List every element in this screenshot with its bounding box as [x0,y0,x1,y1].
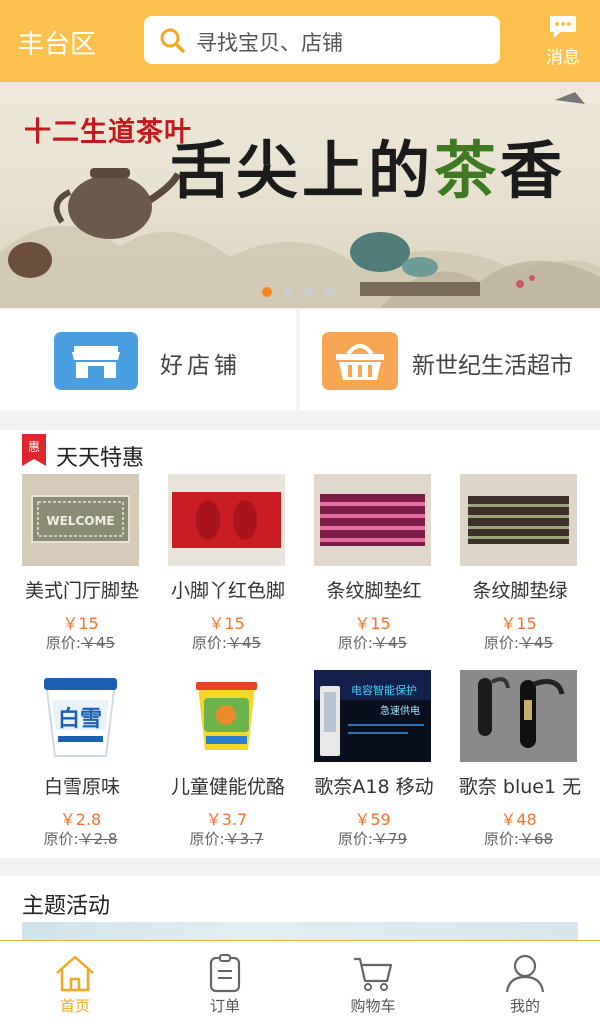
search-placeholder: 寻找宝贝、店铺 [196,31,343,55]
product-image-stripe-green-mat [460,474,577,566]
deal-badge-icon: 惠 [22,434,46,466]
carousel-indicator [262,282,346,297]
svg-text:WELCOME: WELCOME [46,514,114,528]
tab-label: 购物车 [350,997,396,1015]
home-icon [56,955,94,992]
original-price-value: ￥45 [226,634,262,652]
product-image-yogurt: 白雪 [22,670,139,762]
product-image-feet-mat [168,474,285,566]
original-price-label: 原价: [337,634,373,652]
product-image-bluetooth-headset [460,670,577,762]
tab-cart[interactable]: 购物车 [328,953,418,1019]
tab-orders[interactable]: 订单 [180,953,270,1019]
daily-deals-section: 惠 天天特惠 WELCOME 美式门厅脚垫 ￥15 原价:￥45 小脚丫红色脚 [0,430,600,858]
tab-label: 我的 [509,997,540,1015]
shortcut-row: 好店铺 新世纪生活超市 [0,310,600,412]
shortcut-label: 新世纪生活超市 [412,353,573,379]
store-icon [54,332,138,390]
product-price: ￥15 [62,614,99,633]
promo-banner[interactable]: 十二生道茶叶 舌尖上的茶香 [0,82,600,308]
product-price: ￥3.7 [205,810,248,829]
svg-text:急速供电: 急速供电 [380,704,420,717]
shortcut-label: 好店铺 [160,353,241,379]
messages-button[interactable]: 消息 [540,14,586,70]
product-original-price: 原价:￥2.8 [22,828,139,849]
product-price: ￥2.8 [59,810,102,829]
original-price-label: 原价: [191,634,227,652]
product-image-power-bank: 电容智能保护 急速供电 [314,670,431,762]
product-original-price: 原价:￥45 [314,632,431,653]
product-name: 美式门厅脚垫 [24,580,139,602]
original-price-value: ￥68 [518,830,554,848]
search-bar[interactable]: 寻找宝贝、店铺 [144,16,500,64]
product-original-price: 原价:￥79 [314,828,431,849]
product-name: 歌奈A18 移动 [314,776,434,798]
product-name: 小脚丫红色脚 [170,580,285,602]
message-icon [550,16,576,38]
product-price: ￥15 [208,614,245,633]
product-image-stripe-red-mat [314,474,431,566]
original-price-value: ￥2.8 [78,830,118,848]
shortcut-supermarket[interactable]: 新世纪生活超市 [300,310,600,410]
banner-title-part3: 香 [500,134,567,207]
original-price-value: ￥45 [518,634,554,652]
theme-activities-title: 主题活动 [22,894,111,919]
svg-text:白雪: 白雪 [58,706,102,732]
product-name: 条纹脚垫红 [326,580,422,602]
deal-badge-text: 惠 [28,440,40,454]
product-image-welcome-mat: WELCOME [22,474,139,566]
basket-icon [322,332,398,390]
theme-activities-section: 主题活动 [0,876,600,942]
banner-title-part2: 茶 [434,134,501,207]
carousel-dot[interactable] [262,287,272,297]
product-price: ￥15 [500,614,537,633]
product-price: ￥48 [500,810,537,829]
carousel-dot[interactable] [304,287,314,297]
tab-home[interactable]: 首页 [30,953,120,1019]
messages-label: 消息 [546,48,580,68]
original-price-value: ￥45 [80,634,116,652]
product-original-price: 原价:￥3.7 [168,828,285,849]
product-name: 白雪原味 [43,776,120,798]
product-image-kids-yogurt [168,670,285,762]
order-icon [209,954,241,993]
original-price-label: 原价: [189,830,225,848]
cart-icon [354,957,393,991]
original-price-label: 原价: [45,634,81,652]
product-original-price: 原价:￥45 [22,632,139,653]
top-bar: 丰台区 寻找宝贝、店铺 消息 [0,0,600,82]
original-price-label: 原价: [337,830,373,848]
product-price: ￥15 [354,614,391,633]
product-price: ￥59 [354,810,391,829]
bottom-tab-bar: 首页 订单 购物车 我的 [0,940,600,1023]
city-selector[interactable]: 丰台区 [18,24,96,61]
banner-title-part1: 舌尖上的 [170,134,435,207]
user-icon [505,954,545,993]
daily-deals-title: 天天特惠 [56,446,145,471]
original-price-value: ￥45 [372,634,408,652]
search-icon [160,28,185,53]
tab-profile[interactable]: 我的 [480,953,570,1019]
tab-label: 订单 [209,997,240,1015]
product-name: 歌奈 blue1 无 [458,776,582,798]
original-price-value: ￥3.7 [224,830,264,848]
tab-label: 首页 [59,997,90,1015]
carousel-dot[interactable] [325,287,335,297]
original-price-value: ￥79 [372,830,408,848]
product-original-price: 原价:￥68 [460,828,577,849]
product-name: 条纹脚垫绿 [472,580,568,602]
carousel-dot[interactable] [283,287,293,297]
product-name: 儿童健能优酪 [170,776,285,798]
svg-text:电容智能保护: 电容智能保护 [351,683,417,697]
banner-subtitle: 十二生道茶叶 [24,117,192,148]
theme-banner-image[interactable] [22,922,578,942]
banner-title: 舌尖上的茶香 [170,120,566,210]
original-price-label: 原价: [483,634,519,652]
product-original-price: 原价:￥45 [168,632,285,653]
product-original-price: 原价:￥45 [460,632,577,653]
original-price-label: 原价: [483,830,519,848]
original-price-label: 原价: [43,830,79,848]
shortcut-good-stores[interactable]: 好店铺 [0,310,296,410]
